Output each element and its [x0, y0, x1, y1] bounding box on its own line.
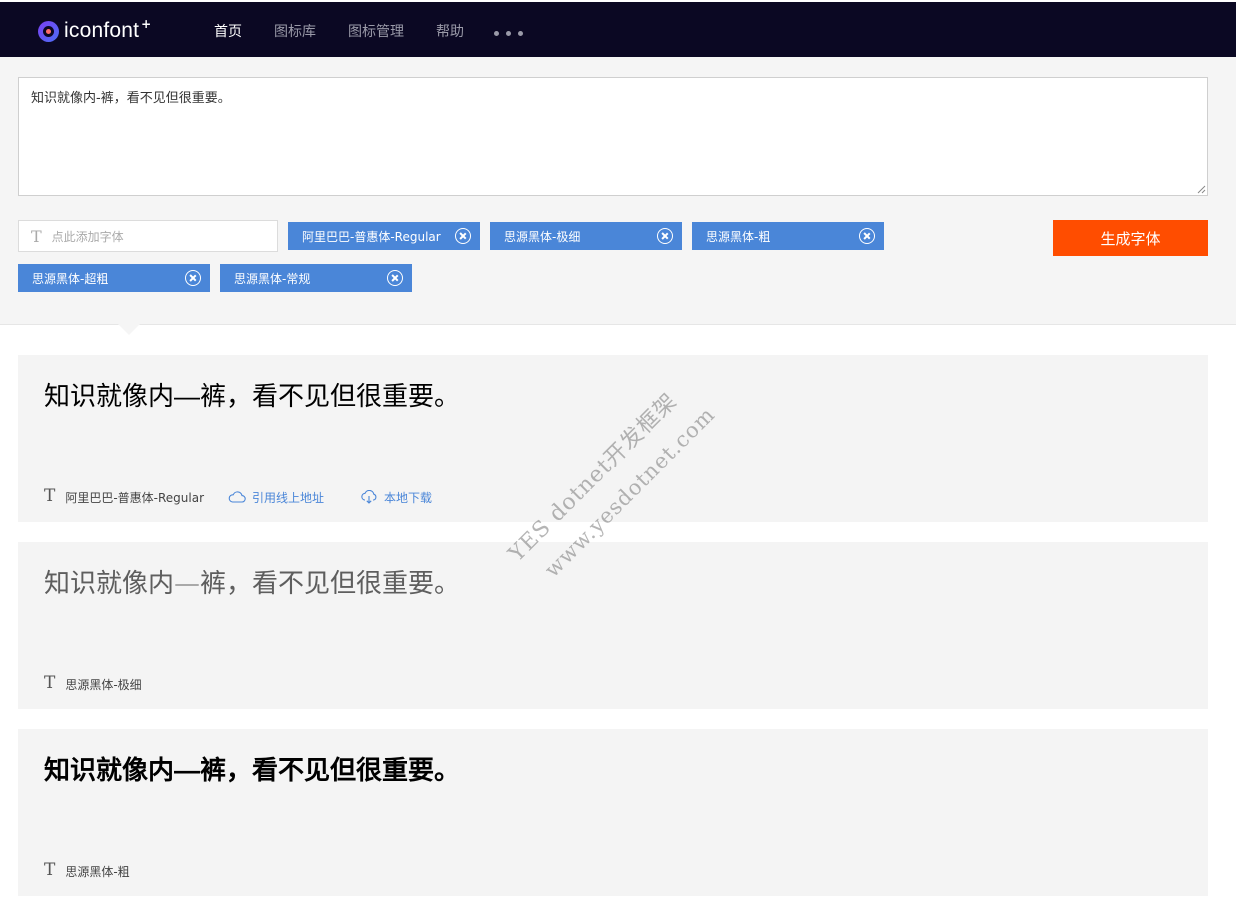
preview-meta: T 思源黑体-极细	[44, 673, 142, 694]
font-tag-label: 阿里巴巴-普惠体-Regular	[302, 229, 441, 244]
download-label: 本地下载	[384, 490, 433, 505]
font-tag-label: 思源黑体-常规	[234, 271, 311, 286]
download-button[interactable]: 本地下载	[360, 489, 432, 506]
font-preview-card: 知识就像内—裤，看不见但很重要。 T 思源黑体-粗	[18, 729, 1208, 896]
remove-tag-icon[interactable]	[657, 228, 673, 244]
section-pointer	[118, 324, 140, 335]
preview-meta: T 阿里巴巴-普惠体-Regular 引用线上地址 本地下载	[44, 486, 432, 507]
remove-tag-icon[interactable]	[185, 270, 201, 286]
font-tag: 思源黑体-常规	[220, 264, 412, 292]
font-tag-label: 思源黑体-极细	[504, 229, 581, 244]
font-preview-card: 知识就像内—裤，看不见但很重要。 T 思源黑体-极细	[18, 542, 1208, 709]
logo-icon	[38, 20, 59, 42]
preview-font-name: 思源黑体-极细	[65, 677, 142, 692]
logo-text: iconfont	[64, 19, 140, 42]
font-tag: 思源黑体-极细	[490, 222, 682, 250]
font-icon: T	[44, 673, 56, 693]
main-nav: 首页 图标库 图标管理 帮助	[214, 21, 496, 41]
nav-item-icon-library[interactable]: 图标库	[274, 21, 316, 41]
online-link-button[interactable]: 引用线上地址	[228, 489, 324, 506]
add-font-placeholder: 点此添加字体	[51, 229, 124, 244]
resize-grip-icon[interactable]	[1196, 184, 1206, 194]
font-icon: T	[31, 226, 42, 246]
online-link-label: 引用线上地址	[252, 490, 325, 505]
font-tag: 阿里巴巴-普惠体-Regular	[288, 222, 480, 250]
preview-sample-text: 知识就像内—裤，看不见但很重要。	[44, 755, 461, 785]
top-navbar: iconfont + 首页 图标库 图标管理 帮助	[0, 0, 1236, 57]
font-icon: T	[44, 860, 56, 880]
preview-sample-text: 知识就像内—裤，看不见但很重要。	[44, 381, 461, 411]
cloud-icon	[228, 491, 246, 503]
preview-meta: T 思源黑体-粗	[44, 860, 130, 881]
font-tag: 思源黑体-粗	[692, 222, 884, 250]
font-generator-form: 知识就像内-裤，看不见但很重要。 T 点此添加字体 阿里巴巴-普惠体-Regul…	[0, 57, 1236, 325]
nav-item-help[interactable]: 帮助	[436, 21, 464, 41]
remove-tag-icon[interactable]	[387, 270, 403, 286]
nav-item-icon-management[interactable]: 图标管理	[348, 21, 404, 41]
generate-font-button[interactable]: 生成字体	[1053, 220, 1208, 256]
more-menu-icon[interactable]	[494, 31, 523, 36]
nav-item-home[interactable]: 首页	[214, 21, 242, 41]
iconfont-logo[interactable]: iconfont +	[38, 17, 152, 43]
preview-sample-text: 知识就像内—裤，看不见但很重要。	[44, 569, 461, 599]
font-tag-label: 思源黑体-超粗	[32, 271, 109, 286]
cloud-download-icon	[361, 490, 377, 504]
font-tag-label: 思源黑体-粗	[706, 229, 771, 244]
sample-text-input[interactable]: 知识就像内-裤，看不见但很重要。	[18, 77, 1208, 196]
remove-tag-icon[interactable]	[859, 228, 875, 244]
preview-font-name: 阿里巴巴-普惠体-Regular	[65, 490, 205, 505]
remove-tag-icon[interactable]	[455, 228, 471, 244]
preview-font-name: 思源黑体-粗	[65, 864, 130, 879]
font-icon: T	[44, 486, 56, 506]
add-font-input[interactable]: T 点此添加字体	[18, 220, 278, 252]
logo-plus: +	[141, 17, 152, 31]
font-tag: 思源黑体-超粗	[18, 264, 210, 292]
